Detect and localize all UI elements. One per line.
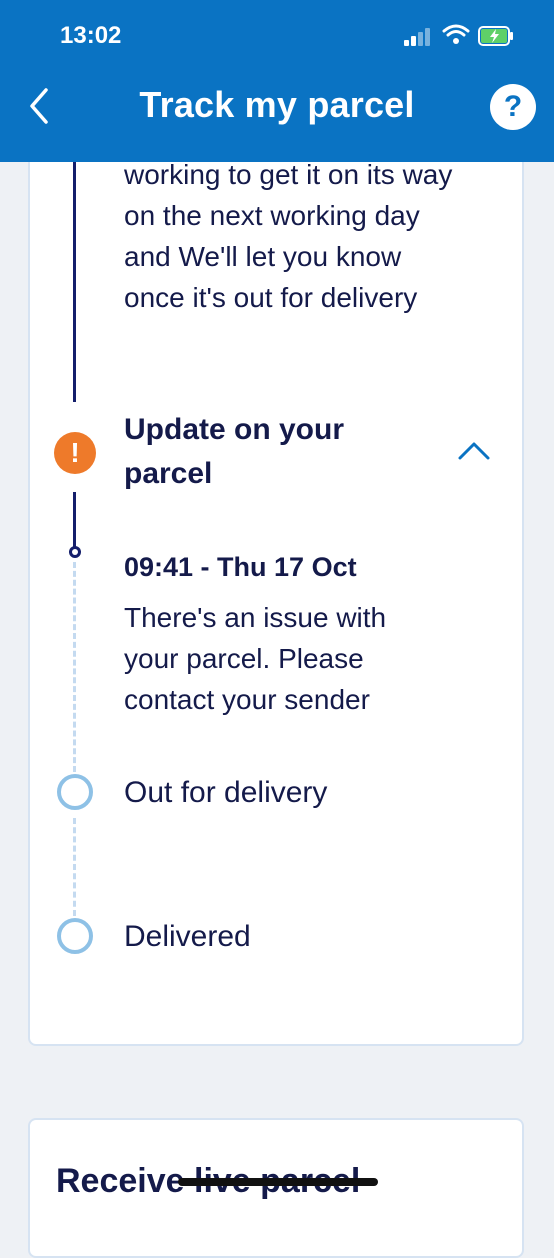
battery-charging-icon [478,26,513,46]
chevron-up-icon[interactable] [456,438,492,462]
timeline-line-current [73,492,76,548]
step-out-for-delivery: Out for delivery [124,776,328,809]
alert-icon: ! [54,432,96,474]
step-circle-delivered [57,918,93,954]
help-button[interactable]: ? [490,84,536,130]
previous-status-text: working to get it on its way on the next… [124,159,453,313]
step-circle-out-for-delivery [57,774,93,810]
event-message: There's an issue with your parcel. Pleas… [124,602,387,715]
timeline-line-pending [73,562,76,772]
home-indicator[interactable] [178,1178,378,1186]
timeline-line-pending-2 [73,818,76,916]
step-delivered: Delivered [124,920,251,953]
page-title: Track my parcel [139,84,415,125]
update-heading[interactable]: Update on your parcel [124,408,344,496]
timeline-line-completed [73,162,76,402]
status-time: 13:02 [60,22,122,49]
wifi-icon [442,24,470,44]
app-header: 13:02 Track my parcel ? [0,0,554,162]
current-event-dot [69,546,81,558]
signal-icon [404,26,434,46]
event-time: 09:41 - Thu 17 Oct [124,552,357,582]
